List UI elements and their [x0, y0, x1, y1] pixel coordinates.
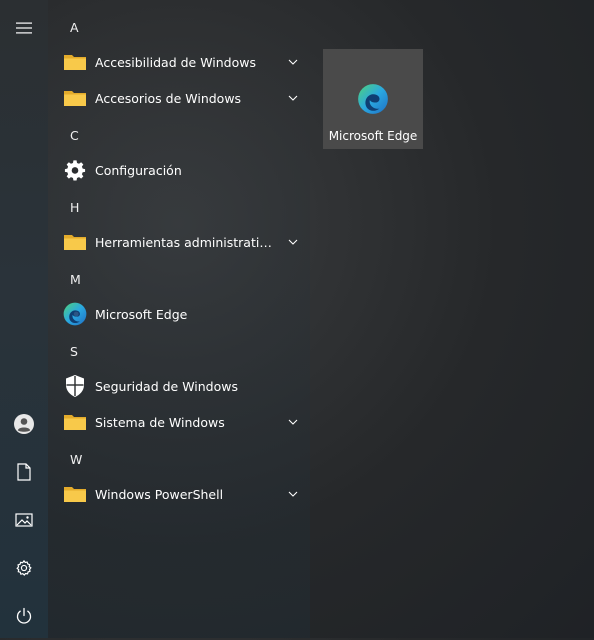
user-account-icon	[14, 414, 34, 434]
settings-button[interactable]	[0, 544, 48, 592]
shield-icon	[66, 375, 84, 397]
app-item-label: Windows PowerShell	[95, 486, 224, 502]
app-item-herramientas-administrativas[interactable]: Herramientas administrativas de...	[48, 224, 310, 260]
app-item-label: Seguridad de Windows	[95, 378, 238, 394]
hamburger-menu-icon	[16, 22, 32, 34]
app-list: A Accesibilidad de Windows Accesorios de…	[48, 0, 310, 638]
folder-icon	[64, 415, 86, 430]
app-item-accesorios-de-windows[interactable]: Accesorios de Windows	[48, 80, 310, 116]
power-icon	[16, 607, 32, 624]
folder-icon	[64, 235, 86, 250]
group-letter-a[interactable]: A	[48, 9, 310, 45]
edge-icon	[358, 84, 388, 114]
document-icon	[17, 463, 31, 481]
app-item-label: Configuración	[95, 162, 182, 178]
menu-button[interactable]	[0, 4, 48, 52]
gear-icon	[16, 559, 32, 576]
app-item-sistema-de-windows[interactable]: Sistema de Windows	[48, 404, 310, 440]
account-button[interactable]	[0, 400, 48, 448]
app-item-microsoft-edge[interactable]: Microsoft Edge	[48, 296, 310, 332]
folder-icon	[64, 55, 86, 70]
picture-icon	[15, 513, 33, 527]
folder-icon	[64, 91, 86, 106]
group-letter-h[interactable]: H	[48, 189, 310, 225]
pictures-button[interactable]	[0, 496, 48, 544]
group-letter-s[interactable]: S	[48, 333, 310, 369]
power-button[interactable]	[0, 592, 48, 640]
app-item-label: Herramientas administrativas de...	[95, 234, 275, 250]
gear-icon	[64, 160, 86, 181]
app-item-seguridad-de-windows[interactable]: Seguridad de Windows	[48, 368, 310, 404]
start-menu-rail	[0, 0, 48, 638]
app-item-windows-powershell[interactable]: Windows PowerShell	[48, 476, 310, 512]
chevron-down-icon	[288, 95, 298, 101]
app-item-label: Microsoft Edge	[95, 306, 188, 322]
tile-microsoft-edge[interactable]: Microsoft Edge	[323, 49, 423, 149]
app-item-label: Sistema de Windows	[95, 414, 225, 430]
app-item-label: Accesibilidad de Windows	[95, 54, 257, 70]
group-letter-m[interactable]: M	[48, 261, 310, 297]
chevron-down-icon	[288, 239, 298, 245]
chevron-down-icon	[288, 419, 298, 425]
app-item-label: Accesorios de Windows	[95, 90, 242, 106]
edge-icon	[63, 302, 87, 326]
group-letter-c[interactable]: C	[48, 117, 310, 153]
group-letter-w[interactable]: W	[48, 441, 310, 477]
chevron-down-icon	[288, 59, 298, 65]
app-item-configuracion[interactable]: Configuración	[48, 152, 310, 188]
tile-label: Microsoft Edge	[328, 129, 418, 143]
folder-icon	[64, 487, 86, 502]
app-item-accesibilidad-de-windows[interactable]: Accesibilidad de Windows	[48, 44, 310, 80]
chevron-down-icon	[288, 491, 298, 497]
documents-button[interactable]	[0, 448, 48, 496]
